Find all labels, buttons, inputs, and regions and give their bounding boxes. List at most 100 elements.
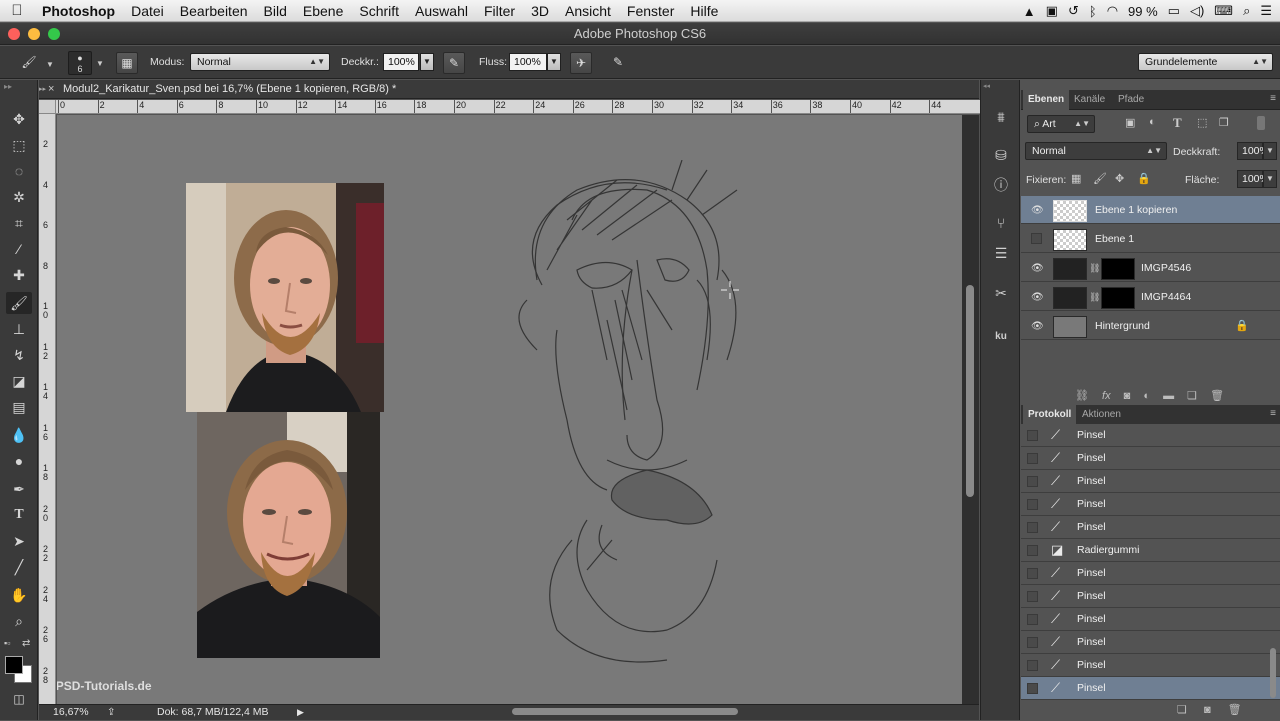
- tab-ebenen[interactable]: Ebenen: [1023, 90, 1070, 110]
- foreground-color-swatch[interactable]: [5, 656, 23, 674]
- swap-colors-icon[interactable]: ⇄: [22, 638, 30, 649]
- battery-icon[interactable]: ▭: [1168, 3, 1180, 19]
- layer-fill-input[interactable]: 100%: [1237, 170, 1269, 188]
- pressure-opacity-icon[interactable]: ✎: [443, 52, 465, 74]
- bluetooth-icon[interactable]: ᛒ: [1089, 4, 1097, 19]
- info-panel-icon[interactable]: ⓘ: [989, 174, 1013, 196]
- eraser-tool-icon[interactable]: ◪: [6, 370, 32, 392]
- history-snapshot-box[interactable]: [1027, 545, 1038, 556]
- history-snapshot-box[interactable]: [1027, 637, 1038, 648]
- tab-protokoll[interactable]: Protokoll: [1023, 405, 1077, 425]
- path-selection-tool-icon[interactable]: ➤: [6, 530, 32, 552]
- airbrush-icon[interactable]: ✈: [570, 52, 592, 74]
- gradient-tool-icon[interactable]: ▤: [6, 396, 32, 418]
- history-snapshot-box[interactable]: [1027, 499, 1038, 510]
- new-group-icon[interactable]: ▬: [1163, 390, 1174, 402]
- ruler-left[interactable]: 2 4 6 8 10 12 14 16 18 20 22 24 26 28: [39, 100, 56, 704]
- snapshot-camera-icon[interactable]: ◙: [1204, 704, 1211, 716]
- menu-ebene[interactable]: Ebene: [295, 3, 351, 19]
- status-menu-arrow-icon[interactable]: ▶: [297, 705, 304, 720]
- lock-position-icon[interactable]: ✥: [1115, 172, 1124, 185]
- menu-hilfe[interactable]: Hilfe: [682, 3, 726, 19]
- battery-level[interactable]: 99 %: [1128, 4, 1158, 19]
- brush-panel-toggle-icon[interactable]: ▦: [116, 52, 138, 74]
- lock-all-icon[interactable]: 🔒: [1137, 172, 1151, 185]
- notification-icon[interactable]: ☰: [1260, 3, 1272, 19]
- layer-mask-thumbnail[interactable]: [1101, 287, 1135, 309]
- menu-datei[interactable]: Datei: [123, 3, 172, 19]
- kuler-panel-icon[interactable]: ku: [989, 326, 1013, 348]
- lock-image-icon[interactable]: 🖌: [1093, 172, 1107, 185]
- crop-tool-icon[interactable]: ⌗: [6, 212, 32, 234]
- eye-icon[interactable]: 👁: [1031, 205, 1044, 216]
- tab-aktionen[interactable]: Aktionen: [1077, 405, 1126, 425]
- hand-tool-icon[interactable]: ✋: [6, 584, 32, 606]
- expand-dock-icon[interactable]: ◂◂: [983, 82, 990, 90]
- modus-dropdown[interactable]: Normal ▲▼: [190, 53, 330, 71]
- menu-auswahl[interactable]: Auswahl: [407, 3, 476, 19]
- dodge-tool-icon[interactable]: ●: [6, 450, 32, 472]
- brush-presets-panel-icon[interactable]: ⩩: [989, 106, 1013, 128]
- character-panel-icon[interactable]: ⑂: [989, 212, 1013, 234]
- layer-row[interactable]: 👁 ⛓ IMGP4464: [1021, 283, 1280, 311]
- history-item[interactable]: ⟋ Pinsel: [1021, 654, 1280, 677]
- history-item[interactable]: ◪ Radiergummi: [1021, 539, 1280, 562]
- history-item[interactable]: ⟋ Pinsel: [1021, 608, 1280, 631]
- layer-mask-thumbnail[interactable]: [1101, 258, 1135, 280]
- filter-smart-object-icon[interactable]: ❐: [1219, 116, 1229, 129]
- layer-blend-mode-dropdown[interactable]: Normal ▲▼: [1025, 142, 1167, 160]
- history-item[interactable]: ⟋ Pinsel: [1021, 562, 1280, 585]
- close-window-button[interactable]: [8, 28, 20, 40]
- history-item[interactable]: ⟋ Pinsel: [1021, 447, 1280, 470]
- ruler-top[interactable]: 0 2 4 6 8 10 12 14 16 18 20 22 24 26 28 30 32 34 36 38 40 42 4…: [56, 100, 980, 114]
- eye-icon[interactable]: 👁: [1031, 263, 1044, 274]
- new-adjustment-icon[interactable]: ◐: [1143, 390, 1150, 402]
- document-tab[interactable]: ▸▸ × Modul2_Karikatur_Sven.psd bei 16,7%…: [39, 80, 979, 99]
- history-item[interactable]: ⟋ Pinsel: [1021, 493, 1280, 516]
- workspace-dropdown[interactable]: Grundelemente ▲▼: [1138, 53, 1273, 71]
- filter-type-icon[interactable]: T: [1173, 115, 1182, 131]
- camera-icon[interactable]: ▣: [1046, 3, 1058, 19]
- history-scroll-thumb[interactable]: [1270, 648, 1276, 698]
- vertical-scroll-thumb[interactable]: [966, 285, 974, 497]
- tab-pfade[interactable]: Pfade: [1113, 90, 1149, 110]
- deckkr-dropdown-arrow[interactable]: ▼: [420, 53, 434, 71]
- eyedropper-tool-icon[interactable]: ⁄: [6, 238, 32, 260]
- default-colors-icon[interactable]: ▪▫: [4, 638, 10, 648]
- history-snapshot-box[interactable]: [1027, 568, 1038, 579]
- tab-kanaele[interactable]: Kanäle: [1069, 90, 1110, 110]
- layer-row[interactable]: 👁 ⛓ IMGP4546: [1021, 254, 1280, 282]
- layers-panel-menu-icon[interactable]: ≡: [1270, 93, 1276, 104]
- delete-state-icon[interactable]: 🗑: [1228, 704, 1242, 716]
- clone-source-panel-icon[interactable]: ⛁: [989, 144, 1013, 166]
- menu-ansicht[interactable]: Ansicht: [557, 3, 619, 19]
- brush-size-arrow[interactable]: ▼: [96, 59, 104, 68]
- volume-icon[interactable]: ◁): [1190, 3, 1204, 19]
- document-canvas[interactable]: ✿ PSD-Tutorials.de: [57, 115, 962, 704]
- link-icon[interactable]: ⛓: [1089, 263, 1100, 274]
- quick-mask-icon[interactable]: ◫: [6, 688, 32, 710]
- menu-3d[interactable]: 3D: [523, 3, 557, 19]
- history-item[interactable]: ⟋ Pinsel: [1021, 631, 1280, 654]
- brush-tool-icon[interactable]: 🖌: [6, 292, 32, 314]
- menu-fenster[interactable]: Fenster: [619, 3, 682, 19]
- layer-row[interactable]: 👁 Hintergrund 🔒: [1021, 312, 1280, 340]
- lock-transparency-icon[interactable]: ▦: [1071, 172, 1081, 185]
- history-item[interactable]: ⟋ Pinsel: [1021, 677, 1280, 700]
- history-brush-tool-icon[interactable]: ↯: [6, 344, 32, 366]
- collapse-toolbar-icon[interactable]: ▸▸: [4, 82, 12, 91]
- menu-bearbeiten[interactable]: Bearbeiten: [172, 3, 256, 19]
- eye-icon[interactable]: 👁: [1031, 292, 1044, 303]
- marquee-tool-icon[interactable]: ⬚: [6, 134, 32, 156]
- type-tool-icon[interactable]: T: [6, 504, 32, 526]
- move-tool-icon[interactable]: ✥: [6, 108, 32, 130]
- history-snapshot-box[interactable]: [1027, 614, 1038, 625]
- menu-bild[interactable]: Bild: [256, 3, 295, 19]
- eye-icon[interactable]: 👁: [1031, 321, 1044, 332]
- layer-opacity-input[interactable]: 100%: [1237, 142, 1269, 160]
- tools-preset-panel-icon[interactable]: ✂: [989, 282, 1013, 304]
- zoom-level[interactable]: 16,67%: [53, 705, 89, 720]
- brush-size-picker[interactable]: ● 6: [68, 51, 92, 75]
- history-snapshot-box[interactable]: [1027, 453, 1038, 464]
- wifi-icon[interactable]: ◠: [1107, 3, 1118, 19]
